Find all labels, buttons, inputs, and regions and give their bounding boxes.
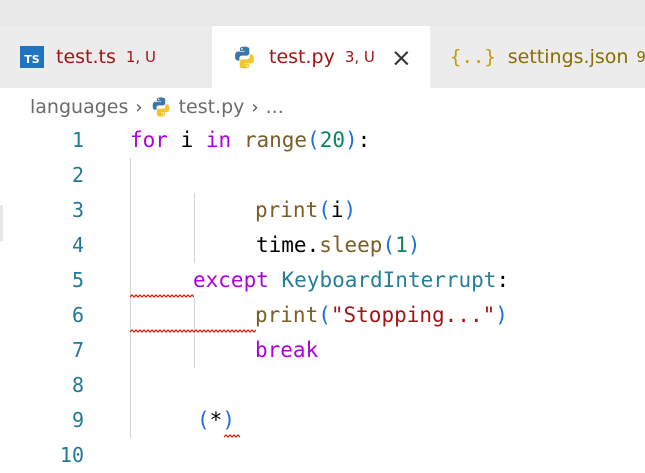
typescript-file-icon: TS (20, 46, 44, 68)
tab-label: settings.json (507, 46, 629, 68)
tab-test-ts[interactable]: TS test.ts 1, U (0, 26, 212, 88)
line-number: 8 (71, 373, 84, 397)
line-number: 2 (71, 163, 84, 187)
line-number: 3 (71, 198, 84, 222)
code-line: 10 (0, 438, 645, 473)
python-file-icon (150, 96, 172, 118)
line-number: 6 (71, 303, 84, 327)
code-text: print(i) (255, 198, 357, 222)
line-number: 1 (71, 128, 84, 152)
code-line: 6 print("Stopping...") (0, 298, 645, 333)
code-text: time.sleep(1) (256, 233, 421, 257)
close-icon[interactable]: × (391, 45, 412, 70)
breadcrumb-symbols[interactable]: ... (266, 96, 284, 118)
chevron-right-icon: › (135, 96, 143, 118)
line-number: 5 (71, 268, 84, 292)
code-line: 9 (*) (0, 403, 645, 438)
breadcrumb: languages › test.py › ... (0, 88, 645, 126)
code-line: 2 (0, 158, 645, 193)
tab-problem-status: 1, U (125, 48, 156, 66)
code-editor[interactable]: 1 for i in range(20): 2 3 print(i) 4 tim… (0, 123, 645, 469)
line-number: 9 (71, 408, 84, 432)
code-text: except KeyboardInterrupt: (193, 268, 510, 292)
editor-tab-bar: TS test.ts 1, U test.py 3, U × {..} sett… (0, 26, 645, 88)
code-line: 4 time.sleep(1) (0, 228, 645, 263)
code-line: 7 break (0, 333, 645, 368)
tab-label: test.ts (56, 46, 116, 68)
code-line: 8 (0, 368, 645, 403)
json-file-icon: {..} (450, 46, 496, 68)
line-number: 10 (59, 443, 84, 467)
python-file-icon (232, 45, 257, 70)
tab-settings-json[interactable]: {..} settings.json 9+ (430, 26, 645, 88)
tab-label: test.py (269, 46, 335, 68)
code-line: 3 print(i) (0, 193, 645, 228)
line-number: 7 (71, 338, 84, 362)
tab-problem-status: 9+ (636, 48, 645, 66)
title-bar-strip (0, 0, 645, 26)
breadcrumb-folder[interactable]: languages (30, 96, 128, 118)
tab-test-py[interactable]: test.py 3, U × (212, 26, 430, 88)
code-text: print("Stopping...") (255, 303, 508, 327)
code-line: 1 for i in range(20): (0, 123, 645, 158)
code-text: (*) (197, 408, 235, 432)
code-text: for i in range(20): (130, 128, 371, 152)
breadcrumb-file[interactable]: test.py (179, 96, 245, 118)
code-text: break (255, 338, 319, 362)
code-line: 5 except KeyboardInterrupt: (0, 263, 645, 298)
chevron-right-icon: › (251, 96, 259, 118)
line-number: 4 (71, 233, 84, 257)
tab-problem-status: 3, U (344, 48, 375, 66)
